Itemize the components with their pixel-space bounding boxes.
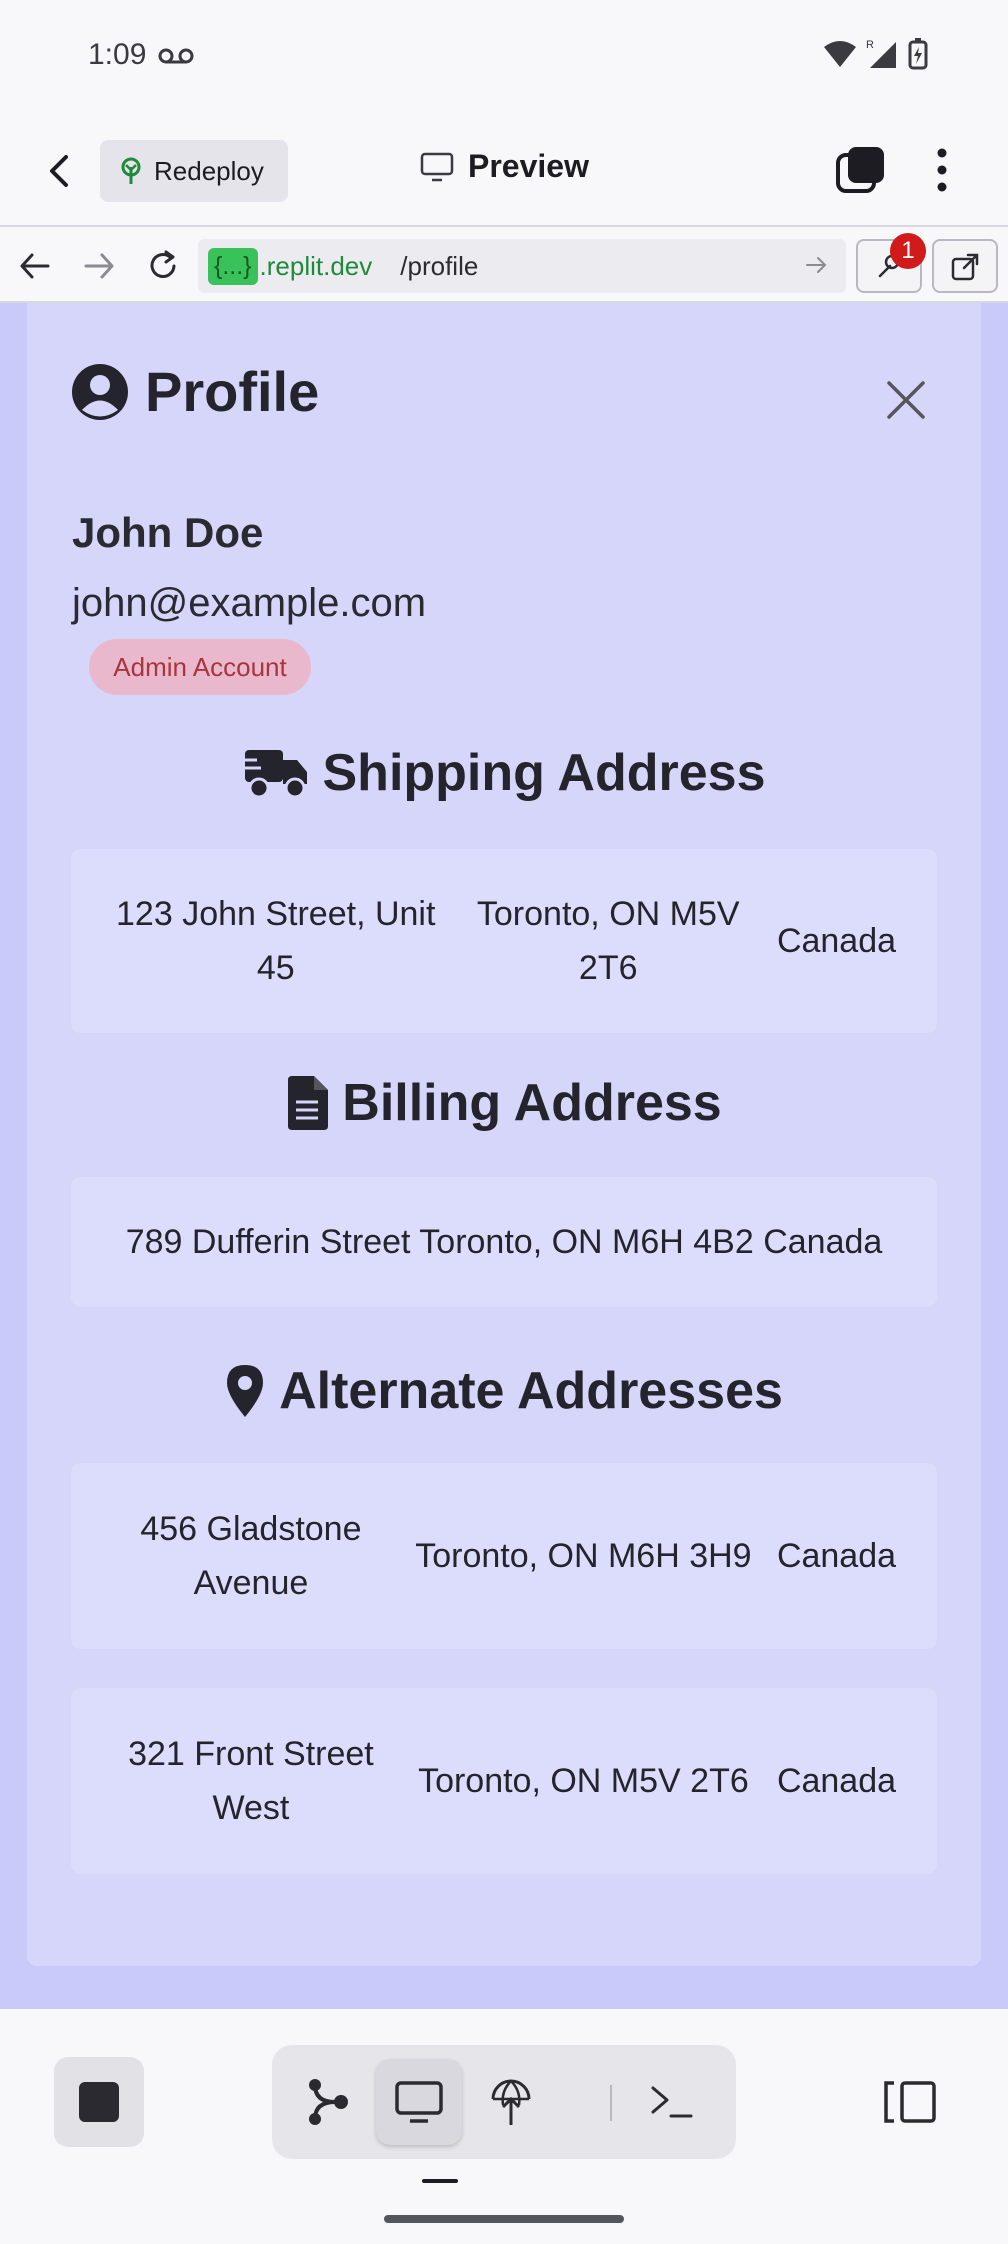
url-subdomain-badge: {...}: [208, 247, 258, 285]
workspace-tools: [272, 2045, 736, 2159]
battery-icon: [908, 38, 928, 70]
wifi-icon: [824, 41, 856, 67]
status-icons: R: [822, 38, 928, 70]
branch-icon: [309, 2079, 348, 2125]
shipping-city: Toronto, ON M5V 2T6: [476, 895, 740, 987]
active-tab-indicator: [422, 2179, 458, 2183]
alternate-title: Alternate Addresses: [279, 1362, 783, 1420]
stop-icon: [79, 2082, 119, 2122]
billing-heading: Billing Address: [27, 1073, 981, 1133]
profile-title: Profile: [145, 360, 320, 423]
reload-icon[interactable]: [146, 249, 180, 283]
profile-panel: Profile John Doe john@example.com Admin …: [27, 303, 981, 1966]
billing-address-text: 789 Dufferin Street Toronto, ON M6H 4B2 …: [125, 1223, 883, 1261]
shipping-country: Canada: [776, 922, 897, 960]
status-bar: 1:09 R: [0, 0, 1008, 115]
split-view-icon[interactable]: [882, 2079, 938, 2125]
web-preview: Profile John Doe john@example.com Admin …: [0, 303, 1008, 2009]
signal-icon: R: [866, 39, 896, 68]
monitor-icon: [420, 152, 454, 181]
devtools-count-badge: 1: [890, 233, 926, 269]
user-circle-icon: [72, 363, 128, 420]
preview-label: Preview: [468, 148, 589, 184]
tool-divider: [610, 2085, 612, 2121]
alternate-city: Toronto, ON M6H 3H9: [415, 1537, 752, 1575]
monitor-icon: [395, 2081, 443, 2123]
shipping-title: Shipping Address: [322, 744, 766, 802]
tool-git[interactable]: [284, 2059, 370, 2145]
voicemail-icon: [158, 48, 194, 64]
shipping-street: 123 John Street, Unit 45: [116, 895, 436, 987]
more-options-icon[interactable]: [924, 145, 960, 195]
document-icon: [288, 1076, 329, 1130]
redeploy-button[interactable]: Redeploy: [100, 140, 288, 202]
status-time: 1:09: [88, 38, 147, 71]
map-pin-icon: [227, 1365, 264, 1417]
back-icon[interactable]: [42, 153, 78, 189]
shipping-address-card: 123 John Street, Unit 45 Toronto, ON M5V…: [71, 849, 937, 1033]
tool-shell[interactable]: [628, 2059, 714, 2145]
alternate-street: 321 Front Street West: [128, 1735, 374, 1827]
go-arrow-icon[interactable]: [804, 253, 828, 277]
alternate-country: Canada: [776, 1537, 897, 1575]
alternate-street: 456 Gladstone Avenue: [140, 1510, 362, 1602]
stop-button[interactable]: [54, 2057, 144, 2147]
url-path: /profile: [400, 250, 479, 281]
shipping-heading: Shipping Address: [27, 743, 981, 803]
user-email: john@example.com: [72, 581, 427, 625]
billing-address-card: 789 Dufferin Street Toronto, ON M6H 4B2 …: [71, 1177, 937, 1307]
tabs-icon[interactable]: [836, 145, 886, 195]
close-icon[interactable]: [885, 379, 927, 421]
url-input[interactable]: {...} .replit.dev /profile: [198, 239, 846, 293]
url-domain: .replit.dev: [259, 250, 373, 281]
url-bar: {...} .replit.dev /profile 1: [0, 229, 1008, 303]
alternate-country: Canada: [776, 1762, 897, 1800]
tool-deployments[interactable]: [468, 2059, 554, 2145]
svg-text:R: R: [866, 39, 874, 51]
globe-deploy-icon: [491, 2079, 531, 2125]
browser-forward-icon[interactable]: [82, 249, 116, 283]
alternate-city: Toronto, ON M5V 2T6: [418, 1762, 749, 1800]
user-name: John Doe: [72, 509, 264, 556]
home-indicator: [384, 2215, 624, 2223]
alternate-address-card: 321 Front Street West Toronto, ON M5V 2T…: [71, 1688, 937, 1874]
tool-preview[interactable]: [376, 2059, 462, 2145]
terminal-icon: [651, 2086, 693, 2118]
account-type-badge: Admin Account: [89, 639, 311, 695]
redeploy-label: Redeploy: [154, 155, 264, 186]
alternate-heading: Alternate Addresses: [27, 1361, 981, 1421]
browser-back-icon[interactable]: [18, 249, 52, 283]
alternate-address-card: 456 Gladstone Avenue Toronto, ON M6H 3H9…: [71, 1463, 937, 1649]
billing-title: Billing Address: [342, 1074, 722, 1132]
devtools-button[interactable]: 1: [856, 233, 926, 293]
preview-title: Preview: [420, 148, 589, 185]
external-link-icon: [951, 253, 979, 281]
truck-icon: [242, 750, 307, 799]
bottom-toolbar: [0, 2009, 1008, 2244]
profile-heading: Profile: [71, 359, 319, 424]
app-toolbar: Redeploy Preview: [0, 115, 1008, 227]
open-external-button[interactable]: [932, 239, 998, 293]
deploy-icon: [121, 157, 141, 184]
